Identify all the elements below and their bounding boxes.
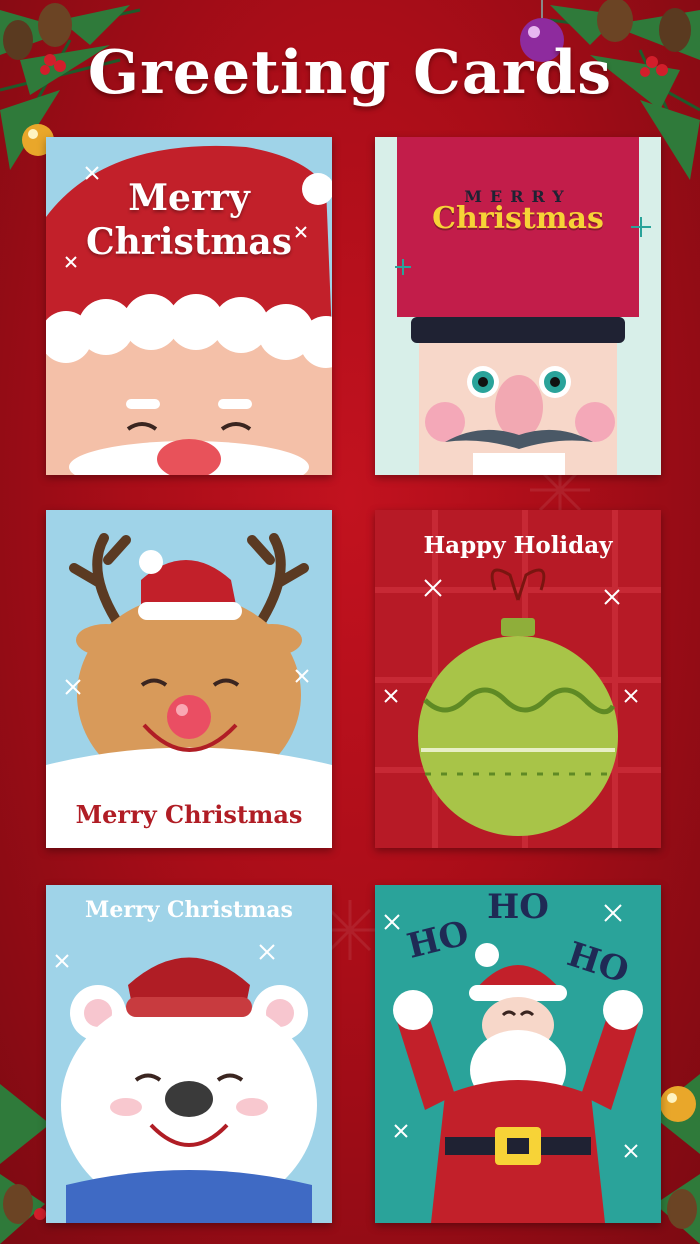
ornament-illustration xyxy=(375,510,661,848)
card-ornament-happy-holiday[interactable]: Happy Holiday xyxy=(375,510,661,848)
card-title: Happy Holiday xyxy=(423,532,613,559)
card-title: Merry Christmas xyxy=(75,800,303,829)
card-reindeer-merry-christmas[interactable]: Merry Christmas xyxy=(46,510,332,848)
card-polar-bear-merry-christmas[interactable]: Merry Christmas xyxy=(46,885,332,1223)
card-title-line1: Merry xyxy=(128,177,250,219)
card-nutcracker-merry-christmas[interactable]: MERRY Christmas xyxy=(375,137,661,475)
page-title: Greeting Cards xyxy=(87,38,613,108)
card-santa-ho-ho-ho[interactable]: HO HO HO xyxy=(375,885,661,1223)
card-santa-merry-christmas[interactable]: Merry Christmas xyxy=(46,137,332,475)
card-title: Merry Christmas xyxy=(85,897,293,923)
card-title-line2: Christmas xyxy=(85,221,293,263)
card-title-line2: Christmas xyxy=(432,201,604,236)
polar-bear-illustration xyxy=(46,885,332,1223)
reindeer-illustration xyxy=(46,510,332,848)
